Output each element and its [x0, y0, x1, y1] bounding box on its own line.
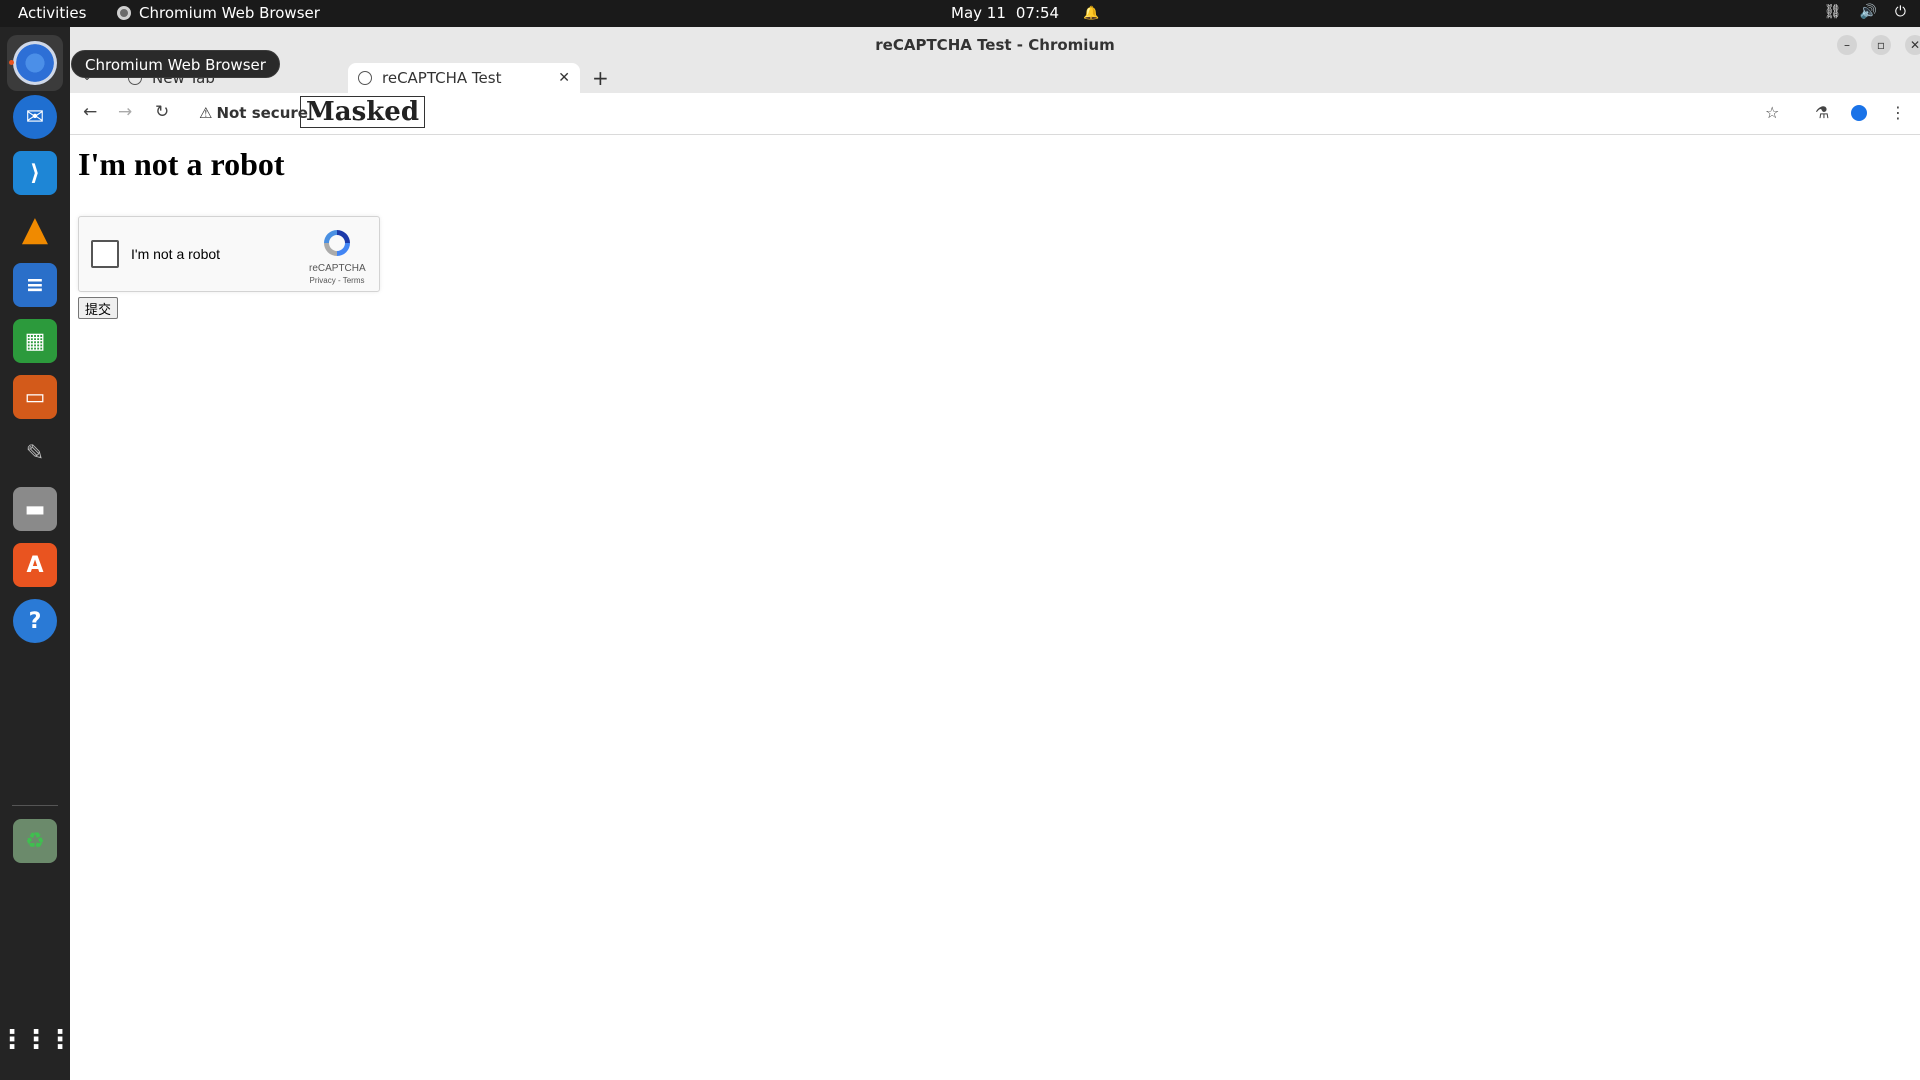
security-label: Not secure [216, 104, 308, 122]
submit-button[interactable]: 提交 [78, 297, 119, 319]
dock-separator [12, 805, 58, 806]
recaptcha-checkbox[interactable] [91, 240, 119, 268]
recaptcha-privacy-terms-links[interactable]: Privacy - Terms [299, 276, 375, 285]
close-tab-icon[interactable]: ✕ [558, 70, 570, 86]
files-icon: ▬ [13, 487, 57, 531]
app-grid-icon: ⋮⋮⋮ [0, 1025, 73, 1055]
clock-date: May 11 [951, 4, 1006, 22]
dock-writer[interactable]: ≡ [7, 257, 63, 313]
security-indicator[interactable]: ⚠ Not secure [199, 104, 308, 122]
dock-calc[interactable]: ▦ [7, 313, 63, 369]
reload-button[interactable]: ↻ [155, 102, 169, 122]
thunderbird-icon: ✉ [13, 95, 57, 139]
page-heading: I'm not a robot [78, 146, 285, 182]
menu-kebab-icon[interactable]: ⋮ [1890, 103, 1906, 122]
calc-icon: ▦ [13, 319, 57, 363]
notification-bell-icon: 🔔 [1083, 5, 1100, 21]
avatar [1851, 105, 1867, 121]
close-window-button[interactable]: ✕ [1905, 35, 1920, 55]
bookmark-star-icon[interactable]: ☆ [1765, 103, 1779, 122]
tab-recaptcha-test[interactable]: reCAPTCHA Test ✕ [348, 63, 580, 93]
recaptcha-logo-icon [324, 230, 350, 256]
minimize-button[interactable]: – [1837, 35, 1857, 55]
dock-files[interactable]: ▬ [7, 481, 63, 537]
trash-icon: ♻ [13, 819, 57, 863]
dock-trash[interactable]: ♻ [7, 813, 63, 869]
gimp-icon: ✎ [25, 440, 45, 466]
warning-icon: ⚠ [199, 104, 213, 122]
browser-window: reCAPTCHA Test - Chromium – ▫ ✕ ⌄ New Ta… [70, 27, 1920, 1080]
dock-thunderbird[interactable]: ✉ [7, 89, 63, 145]
vscode-icon: ⟩ [13, 151, 57, 195]
labs-flask-icon[interactable]: ⚗ [1815, 103, 1829, 122]
recaptcha-label: I'm not a robot [131, 246, 221, 262]
maximize-button[interactable]: ▫ [1871, 35, 1891, 55]
recaptcha-widget: I'm not a robot reCAPTCHA Privacy - Term… [78, 216, 380, 292]
forward-button[interactable]: → [118, 102, 132, 122]
activities-button[interactable]: Activities [18, 4, 86, 22]
dock-vscode[interactable]: ⟩ [7, 145, 63, 201]
writer-icon: ≡ [13, 263, 57, 307]
impress-icon: ▭ [13, 375, 57, 419]
running-indicator [9, 60, 14, 65]
app-menu[interactable]: Chromium Web Browser [117, 4, 320, 22]
dock-help[interactable]: ? [7, 593, 63, 649]
dock-impress[interactable]: ▭ [7, 369, 63, 425]
top-bar: Activities Chromium Web Browser May 11 0… [0, 0, 1920, 27]
dock-gimp[interactable]: ✎ [7, 425, 63, 481]
new-tab-button[interactable]: + [592, 66, 609, 90]
app-center-icon: A [13, 543, 57, 587]
url-field[interactable]: Masked [300, 96, 426, 128]
help-icon: ? [13, 599, 57, 643]
clock[interactable]: May 11 07:54 🔔 [951, 4, 1099, 22]
back-button[interactable]: ← [83, 102, 97, 122]
app-menu-label: Chromium Web Browser [139, 4, 320, 22]
globe-icon [358, 71, 372, 85]
clock-time: 07:54 [1015, 4, 1060, 22]
chromium-icon [117, 6, 131, 20]
dock-app-center[interactable]: A [7, 537, 63, 593]
tab-label: reCAPTCHA Test [382, 69, 502, 87]
recaptcha-brand: reCAPTCHA [309, 263, 366, 274]
vlc-icon: ▲ [21, 209, 49, 249]
dock-tooltip: Chromium Web Browser [71, 50, 280, 78]
toolbar: ← → ↻ ⚠ Not secure Masked ☆ ⚗ ⋮ [70, 93, 1920, 135]
dock: ✉ ⟩ ▲ ≡ ▦ ▭ ✎ ▬ A ? ♻ ⋮⋮⋮ [0, 27, 73, 1080]
dock-chromium[interactable] [7, 35, 63, 91]
chromium-icon [13, 41, 57, 85]
tab-strip: ⌄ New Tab ✕ reCAPTCHA Test ✕ + [70, 63, 1920, 93]
network-icon: ⛓ [1823, 4, 1842, 20]
profile-button[interactable] [1851, 105, 1867, 121]
dock-app-grid[interactable]: ⋮⋮⋮ [0, 1012, 73, 1068]
page-content: I'm not a robot I'm not a robot reCAPTCH… [70, 136, 1920, 1080]
window-title: reCAPTCHA Test - Chromium [875, 36, 1115, 54]
volume-icon: 🔊 [1859, 4, 1877, 20]
title-bar[interactable]: reCAPTCHA Test - Chromium – ▫ ✕ [70, 27, 1920, 63]
system-tray[interactable]: ⛓ 🔊 ⏻ [1824, 4, 1906, 20]
power-icon: ⏻ [1894, 4, 1906, 20]
dock-vlc[interactable]: ▲ [7, 201, 63, 257]
